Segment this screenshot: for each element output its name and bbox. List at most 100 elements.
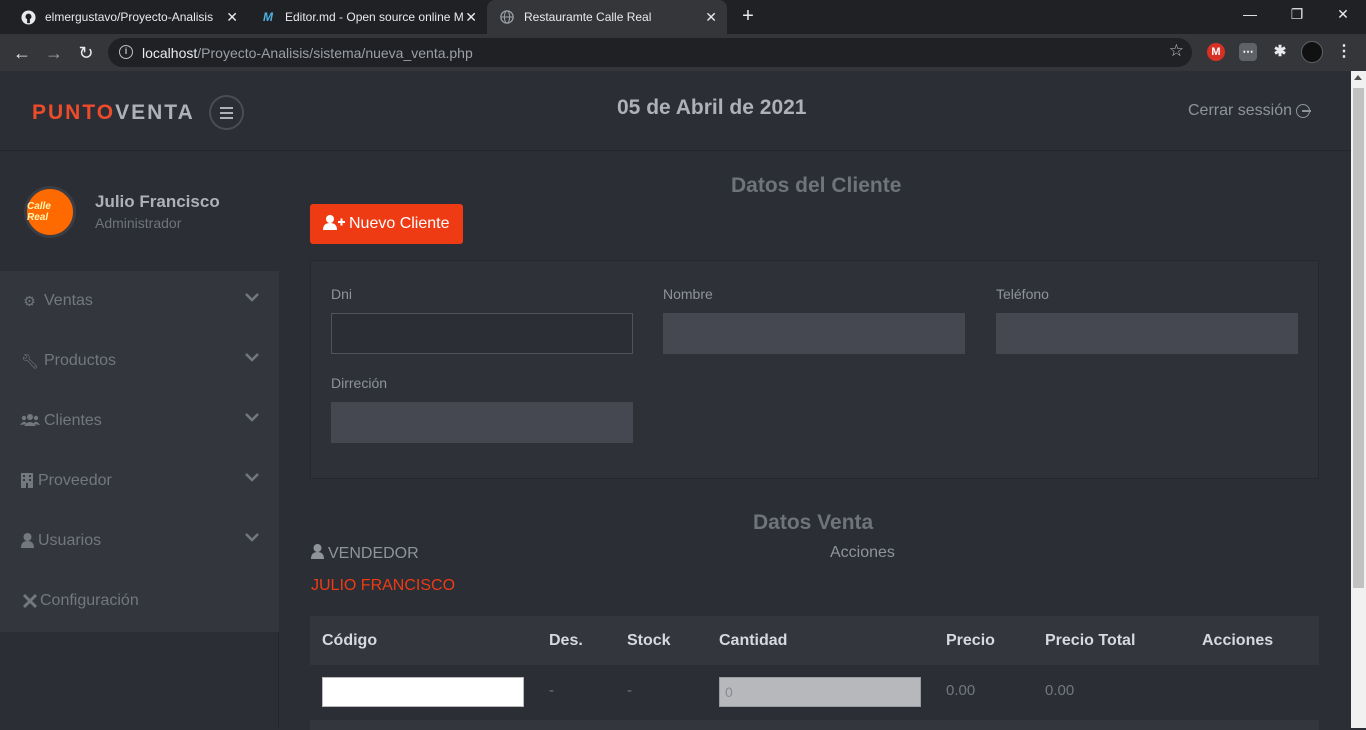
tab-title: Editor.md - Open source online M <box>285 10 464 24</box>
address-bar[interactable]: i localhost/Proyecto-Analisis/sistema/nu… <box>108 38 1192 67</box>
cantidad-input[interactable] <box>719 677 921 707</box>
direccion-label: Dirreción <box>331 375 388 391</box>
user-plus-icon <box>323 214 345 234</box>
sidebar-item-usuarios[interactable]: Usuarios <box>0 511 279 571</box>
restore-icon[interactable]: ❐ <box>1287 6 1307 23</box>
tab-title: elmergustavo/Proyecto-Analisis <box>45 10 214 24</box>
hamburger-menu-icon[interactable] <box>209 95 244 130</box>
chevron-down-icon <box>245 409 259 425</box>
nombre-label: Nombre <box>663 286 713 302</box>
close-icon[interactable]: ✕ <box>705 9 717 26</box>
new-tab-icon[interactable]: + <box>737 5 759 27</box>
profile-name: Julio Francisco <box>95 192 220 211</box>
column-header: Precio Total <box>1045 632 1136 649</box>
bookmark-star-icon[interactable]: ☆ <box>1169 41 1184 61</box>
precio-cell: 0.00 <box>946 682 976 699</box>
menu-dots-icon[interactable]: ⋮ <box>1335 43 1353 61</box>
sidebar-item-label: Ventas <box>44 292 93 309</box>
direccion-field[interactable] <box>331 402 633 443</box>
tab-title: Restauramte Calle Real <box>524 10 652 24</box>
user-icon <box>311 544 324 564</box>
precio-total-cell: 0.00 <box>1045 682 1075 699</box>
telefono-field[interactable] <box>996 313 1298 354</box>
minimize-icon[interactable]: — <box>1240 6 1260 22</box>
close-icon[interactable]: ✕ <box>226 9 238 26</box>
header-date: 05 de Abril de 2021 <box>617 96 807 119</box>
editor-md-icon: M <box>263 10 273 24</box>
scroll-up-icon[interactable] <box>1354 75 1362 80</box>
chevron-down-icon <box>245 469 259 485</box>
sale-section-title: Datos Venta <box>753 511 874 534</box>
vendedor-name: JULIO FRANCISCO <box>311 577 456 594</box>
mega-extension-icon[interactable]: M <box>1207 43 1225 61</box>
sidebar-item-label: Configuración <box>40 592 139 609</box>
puzzle-icon[interactable]: ✱ <box>1271 43 1289 61</box>
users-icon <box>20 413 40 429</box>
column-header: Cantidad <box>719 632 788 649</box>
sidebar-item-configuracion[interactable]: Configuración <box>0 571 279 631</box>
nombre-field[interactable] <box>663 313 965 354</box>
des-cell: - <box>549 682 554 699</box>
column-header: Stock <box>627 632 671 649</box>
sidebar-menu: ⚙ Ventas 🔧︎ Productos Clientes Proveedor… <box>0 271 279 632</box>
column-header: Precio <box>946 632 995 649</box>
browser-tab-bar: elmergustavo/Proyecto-Analisis ✕ M Edito… <box>0 0 1366 34</box>
profile-role: Administrador <box>95 215 182 231</box>
logout-label: Cerrar sessión <box>1188 102 1293 119</box>
logout-icon <box>1296 104 1312 118</box>
tab-active[interactable]: Restauramte Calle Real ✕ <box>487 0 727 34</box>
info-icon[interactable]: i <box>119 45 133 59</box>
chevron-down-icon <box>245 289 259 305</box>
sidebar-item-label: Usuarios <box>38 532 102 549</box>
url-text: localhost/Proyecto-Analisis/sistema/nuev… <box>142 45 473 61</box>
sidebar: Calle Real Julio Francisco Administrador… <box>0 152 279 728</box>
sidebar-item-productos[interactable]: 🔧︎ Productos <box>0 331 279 391</box>
column-header: Des. <box>549 632 583 649</box>
profile-avatar-icon[interactable] <box>1301 41 1323 63</box>
tab-github[interactable]: elmergustavo/Proyecto-Analisis ✕ <box>8 0 248 34</box>
logo[interactable]: PUNTOVENTA <box>32 101 195 125</box>
wrench-icon: 🔧︎ <box>21 353 39 369</box>
gear-icon: ⚙ <box>23 293 36 309</box>
page-scrollbar[interactable] <box>1351 71 1366 728</box>
tools-icon <box>21 593 38 609</box>
forward-icon[interactable]: → <box>41 40 67 66</box>
browser-toolbar: ← → ↻ i localhost/Proyecto-Analisis/sist… <box>0 34 1366 71</box>
new-client-button[interactable]: Nuevo Cliente <box>310 204 463 244</box>
app-header: PUNTOVENTA 05 de Abril de 2021 Cerrar se… <box>0 71 1351 151</box>
sidebar-item-label: Clientes <box>44 412 102 429</box>
new-client-label: Nuevo Cliente <box>349 215 450 232</box>
sidebar-item-clientes[interactable]: Clientes <box>0 391 279 451</box>
close-window-icon[interactable]: ✕ <box>1333 6 1353 23</box>
table-row: - - 0.00 0.00 <box>310 665 1319 720</box>
globe-icon <box>499 9 515 25</box>
vendedor-label: VENDEDOR <box>311 544 419 564</box>
tab-editor[interactable]: M Editor.md - Open source online M ✕ <box>248 0 487 34</box>
acciones-label: Acciones <box>830 544 895 561</box>
back-icon[interactable]: ← <box>9 40 35 66</box>
client-form: Dni Nombre Teléfono Dirreción <box>310 260 1319 479</box>
sidebar-item-label: Proveedor <box>38 472 112 489</box>
scrollbar-thumb[interactable] <box>1353 88 1364 588</box>
github-icon <box>20 9 36 25</box>
close-icon[interactable]: ✕ <box>465 9 477 26</box>
table-row <box>310 720 1319 730</box>
sidebar-item-label: Productos <box>44 352 117 369</box>
codigo-input[interactable] <box>322 677 524 707</box>
extension-dots-icon[interactable]: ⋯ <box>1239 43 1257 61</box>
main-content: Datos del Cliente Nuevo Cliente Dni Nomb… <box>280 152 1351 730</box>
sidebar-item-proveedor[interactable]: Proveedor <box>0 451 279 511</box>
sale-table-header: Código Des. Stock Cantidad Precio Precio… <box>310 616 1319 665</box>
sidebar-item-ventas[interactable]: ⚙ Ventas <box>0 271 279 331</box>
column-header: Acciones <box>1202 632 1274 649</box>
dni-field[interactable] <box>331 313 633 354</box>
building-icon <box>21 473 33 489</box>
chevron-down-icon <box>245 529 259 545</box>
client-section-title: Datos del Cliente <box>731 174 902 197</box>
telefono-label: Teléfono <box>996 286 1049 302</box>
user-icon <box>21 533 34 549</box>
column-header: Código <box>322 632 378 649</box>
user-profile: Calle Real Julio Francisco Administrador <box>0 152 279 271</box>
logout-link[interactable]: Cerrar sessión <box>1188 102 1312 120</box>
reload-icon[interactable]: ↻ <box>73 40 99 66</box>
